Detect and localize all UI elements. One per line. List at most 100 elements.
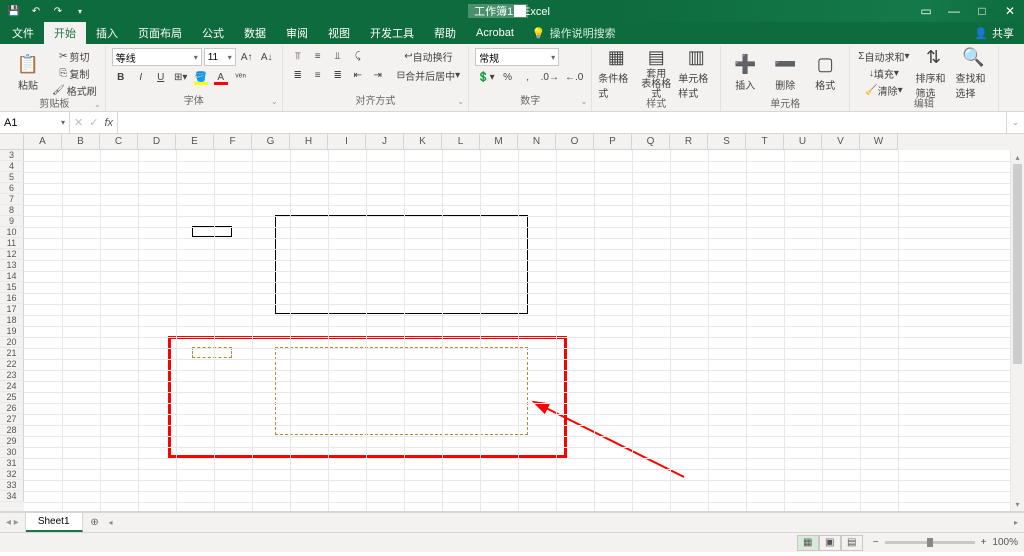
col-head-R[interactable]: R bbox=[670, 134, 708, 150]
tab-help[interactable]: 帮助 bbox=[424, 22, 466, 44]
spreadsheet-grid[interactable]: ABCDEFGHIJKLMNOPQRSTUVW 3456789101112131… bbox=[0, 134, 1024, 512]
align-right-icon[interactable]: ≣ bbox=[329, 67, 347, 83]
col-head-Q[interactable]: Q bbox=[632, 134, 670, 150]
cancel-formula-icon[interactable]: ✕ bbox=[74, 116, 83, 129]
cut-button[interactable]: 剪切 bbox=[50, 48, 99, 64]
decrease-indent-icon[interactable]: ⇤ bbox=[349, 67, 367, 83]
row-head-20[interactable]: 20 bbox=[0, 337, 24, 348]
name-box[interactable]: A1 ▾ bbox=[0, 112, 70, 133]
increase-font-icon[interactable]: A↑ bbox=[238, 49, 256, 65]
row-head-14[interactable]: 14 bbox=[0, 271, 24, 282]
row-head-22[interactable]: 22 bbox=[0, 359, 24, 370]
page-layout-view-icon[interactable]: ▣ bbox=[819, 535, 841, 551]
merge-center-button[interactable]: ⊟ 合并后居中 ▾ bbox=[395, 67, 462, 83]
row-head-15[interactable]: 15 bbox=[0, 282, 24, 293]
row-head-29[interactable]: 29 bbox=[0, 436, 24, 447]
zoom-slider[interactable] bbox=[885, 541, 975, 544]
col-head-K[interactable]: K bbox=[404, 134, 442, 150]
tab-home[interactable]: 开始 bbox=[44, 22, 86, 44]
fill-button[interactable]: ↓ 填充 ▾ bbox=[856, 65, 911, 81]
paste-button[interactable]: 📋 粘贴 bbox=[10, 48, 46, 98]
sheet-nav[interactable]: ◂ ▸ bbox=[0, 513, 26, 532]
copy-button[interactable]: 复制 bbox=[50, 65, 99, 81]
zoom-level[interactable]: 100% bbox=[992, 537, 1018, 548]
col-head-J[interactable]: J bbox=[366, 134, 404, 150]
tab-view[interactable]: 视图 bbox=[318, 22, 360, 44]
bold-button[interactable]: B bbox=[112, 69, 130, 85]
orientation-icon[interactable]: ⤹ bbox=[349, 48, 367, 64]
row-head-26[interactable]: 26 bbox=[0, 403, 24, 414]
increase-indent-icon[interactable]: ⇥ bbox=[369, 67, 387, 83]
decrease-decimal-icon[interactable]: ←.0 bbox=[563, 69, 585, 85]
font-family-combo[interactable]: 等线▾ bbox=[112, 48, 202, 66]
col-head-E[interactable]: E bbox=[176, 134, 214, 150]
scroll-right-icon[interactable]: ▸ bbox=[1012, 518, 1020, 527]
row-head-12[interactable]: 12 bbox=[0, 249, 24, 260]
col-head-I[interactable]: I bbox=[328, 134, 366, 150]
comma-icon[interactable]: , bbox=[519, 69, 537, 85]
horizontal-scrollbar[interactable]: ◂ ▸ bbox=[107, 513, 1024, 532]
format-table-button[interactable]: ▤套用 表格格式 bbox=[638, 48, 674, 98]
autosum-button[interactable]: Σ 自动求和 ▾ bbox=[856, 48, 911, 64]
font-size-combo[interactable]: 11▾ bbox=[204, 48, 236, 66]
insert-cells-button[interactable]: ➕插入 bbox=[727, 48, 763, 98]
row-head-18[interactable]: 18 bbox=[0, 315, 24, 326]
row-head-33[interactable]: 33 bbox=[0, 480, 24, 491]
tab-acrobat[interactable]: Acrobat bbox=[466, 22, 524, 44]
col-head-M[interactable]: M bbox=[480, 134, 518, 150]
col-head-W[interactable]: W bbox=[860, 134, 898, 150]
row-head-7[interactable]: 7 bbox=[0, 194, 24, 205]
col-head-C[interactable]: C bbox=[100, 134, 138, 150]
share-button[interactable]: 👤 共享 bbox=[974, 22, 1024, 44]
underline-button[interactable]: U bbox=[152, 69, 170, 85]
enter-formula-icon[interactable]: ✓ bbox=[89, 116, 98, 129]
format-cells-button[interactable]: ▢格式 bbox=[807, 48, 843, 98]
align-bottom-icon[interactable]: ⫫ bbox=[329, 48, 347, 64]
scroll-up-icon[interactable]: ▴ bbox=[1011, 150, 1024, 164]
fx-icon[interactable]: fx bbox=[104, 117, 113, 129]
number-format-combo[interactable]: 常规▾ bbox=[475, 48, 559, 66]
tell-me[interactable]: 💡 操作说明搜索 bbox=[524, 22, 624, 44]
expand-formula-bar-icon[interactable]: ⌄ bbox=[1006, 112, 1024, 133]
row-head-19[interactable]: 19 bbox=[0, 326, 24, 337]
font-color-button[interactable]: A bbox=[212, 69, 230, 85]
col-head-G[interactable]: G bbox=[252, 134, 290, 150]
save-icon[interactable]: 💾 bbox=[4, 2, 24, 20]
row-head-31[interactable]: 31 bbox=[0, 458, 24, 469]
cell-styles-button[interactable]: ▥单元格样式 bbox=[678, 48, 714, 98]
add-sheet-button[interactable]: ⊕ bbox=[83, 513, 107, 532]
undo-icon[interactable]: ↶ bbox=[26, 2, 46, 20]
normal-view-icon[interactable]: ▦ bbox=[797, 535, 819, 551]
col-head-T[interactable]: T bbox=[746, 134, 784, 150]
ribbon-display-icon[interactable]: ▭ bbox=[912, 0, 940, 22]
row-head-30[interactable]: 30 bbox=[0, 447, 24, 458]
fill-color-button[interactable]: 🪣 bbox=[192, 69, 210, 85]
col-head-N[interactable]: N bbox=[518, 134, 556, 150]
phonetic-button[interactable]: ᵛᵉⁿ bbox=[232, 69, 250, 85]
col-head-F[interactable]: F bbox=[214, 134, 252, 150]
col-head-P[interactable]: P bbox=[594, 134, 632, 150]
align-left-icon[interactable]: ≣ bbox=[289, 67, 307, 83]
row-head-32[interactable]: 32 bbox=[0, 469, 24, 480]
col-head-B[interactable]: B bbox=[62, 134, 100, 150]
large-rectangle-shape[interactable] bbox=[275, 215, 528, 314]
italic-button[interactable]: I bbox=[132, 69, 150, 85]
tab-file[interactable]: 文件 bbox=[2, 22, 44, 44]
formula-input[interactable] bbox=[118, 112, 1006, 133]
name-box-dropdown-icon[interactable]: ▾ bbox=[61, 118, 65, 127]
delete-cells-button[interactable]: ➖删除 bbox=[767, 48, 803, 98]
row-head-9[interactable]: 9 bbox=[0, 216, 24, 227]
tab-formulas[interactable]: 公式 bbox=[192, 22, 234, 44]
row-head-34[interactable]: 34 bbox=[0, 491, 24, 502]
row-head-10[interactable]: 10 bbox=[0, 227, 24, 238]
select-all-corner[interactable] bbox=[0, 134, 24, 150]
format-painter-button[interactable]: 格式刷 bbox=[50, 82, 99, 98]
row-head-13[interactable]: 13 bbox=[0, 260, 24, 271]
row-head-5[interactable]: 5 bbox=[0, 172, 24, 183]
col-head-U[interactable]: U bbox=[784, 134, 822, 150]
qat-dropdown-icon[interactable]: ▾ bbox=[70, 2, 90, 20]
tab-review[interactable]: 审阅 bbox=[276, 22, 318, 44]
row-head-27[interactable]: 27 bbox=[0, 414, 24, 425]
row-head-3[interactable]: 3 bbox=[0, 150, 24, 161]
row-head-28[interactable]: 28 bbox=[0, 425, 24, 436]
